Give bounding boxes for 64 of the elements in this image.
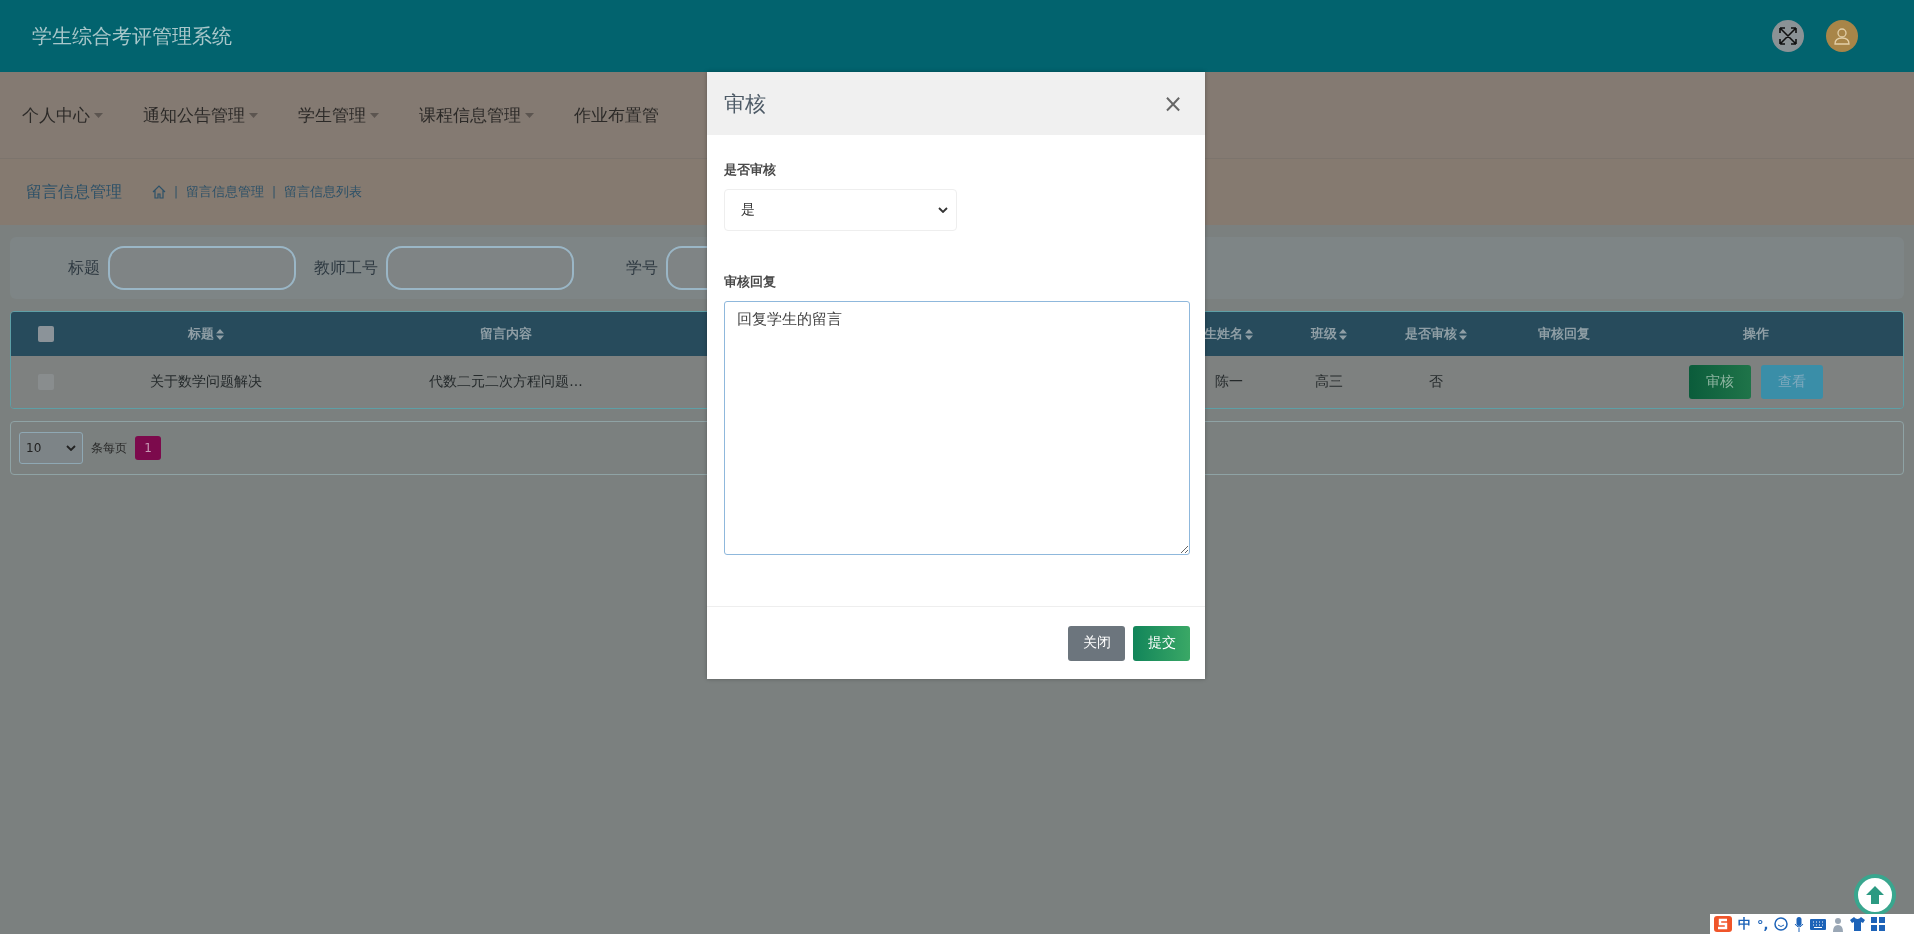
ime-logo-icon[interactable]	[1714, 916, 1732, 932]
breadcrumb-separator: |	[174, 185, 179, 199]
column-header[interactable]: 标题	[81, 325, 331, 343]
nav-item[interactable]: 学生管理	[298, 103, 379, 127]
review-button[interactable]: 审核	[1689, 365, 1751, 399]
sort-icon	[216, 328, 224, 340]
column-header[interactable]: 班级	[1276, 325, 1381, 343]
smiley-icon[interactable]	[1774, 917, 1789, 931]
select-all-checkbox[interactable]	[38, 326, 54, 342]
field-label: 标题	[68, 257, 100, 279]
column-header[interactable]: 是否审核	[1381, 325, 1491, 343]
field-label: 学号	[626, 257, 658, 279]
column-header: 操作	[1742, 325, 1770, 343]
column-header: 审核回复	[1536, 325, 1591, 343]
sort-icon	[1459, 328, 1467, 340]
nav-item[interactable]: 课程信息管理	[419, 103, 534, 127]
table-cell-text: 高三	[1313, 373, 1344, 391]
user-avatar-icon[interactable]	[1826, 20, 1858, 52]
caret-icon	[249, 112, 258, 118]
home-icon[interactable]	[152, 185, 166, 199]
breadcrumb-link[interactable]: 留言信息列表	[284, 183, 363, 201]
keyboard-icon[interactable]	[1810, 918, 1827, 930]
shirt-icon[interactable]	[1850, 917, 1866, 931]
submit-button[interactable]: 提交	[1133, 625, 1190, 661]
dialog-title: 审核	[724, 90, 766, 118]
app-title: 学生综合考评管理系统	[32, 22, 232, 50]
page-size-select[interactable]: 10	[19, 432, 83, 464]
nav-item[interactable]: 通知公告管理	[143, 103, 258, 127]
review-select[interactable]: 是	[724, 189, 957, 231]
field-label: 审核回复	[724, 273, 777, 291]
ime-mode-text[interactable]: °,	[1757, 916, 1769, 932]
chevron-down-icon	[938, 207, 948, 213]
page-title: 留言信息管理	[26, 181, 122, 203]
back-to-top-button[interactable]	[1854, 874, 1896, 916]
breadcrumb-link[interactable]: 留言信息管理	[186, 183, 265, 201]
field-label: 是否审核	[724, 161, 777, 179]
fullscreen-icon[interactable]	[1772, 20, 1804, 52]
caret-icon	[370, 112, 379, 118]
caret-icon	[94, 112, 103, 118]
chevron-down-icon	[66, 445, 76, 451]
table-cell-text: 陈一	[1213, 373, 1244, 391]
per-page-label: 条每页	[91, 439, 127, 457]
search-field[interactable]	[108, 246, 296, 290]
nav-item[interactable]: 作业布置管	[574, 103, 659, 127]
page-button[interactable]: 1	[135, 436, 161, 460]
sort-icon	[1338, 328, 1347, 340]
ime-mode-text[interactable]: 中	[1738, 915, 1751, 933]
close-dialog-button[interactable]: 关闭	[1068, 625, 1125, 661]
sort-icon	[1245, 328, 1253, 340]
table-cell-text: 代数二元二次方程问题...	[428, 373, 584, 391]
close-button[interactable]: ×	[1158, 91, 1187, 116]
search-field[interactable]	[386, 246, 574, 290]
table-cell-text: 否	[1428, 373, 1444, 391]
person-icon[interactable]	[1832, 916, 1845, 932]
caret-icon	[525, 112, 534, 118]
field-label: 教师工号	[314, 257, 378, 279]
nav-item[interactable]: 个人中心	[22, 103, 103, 127]
table-cell-text: 关于数学问题解决	[149, 373, 263, 391]
column-header: 留言内容	[479, 325, 533, 343]
grid-icon[interactable]	[1871, 917, 1886, 931]
reply-textarea[interactable]: 回复学生的留言	[724, 301, 1190, 555]
breadcrumb-separator: |	[272, 185, 277, 199]
microphone-icon[interactable]	[1794, 916, 1805, 932]
arrow-up-icon	[1864, 884, 1886, 906]
